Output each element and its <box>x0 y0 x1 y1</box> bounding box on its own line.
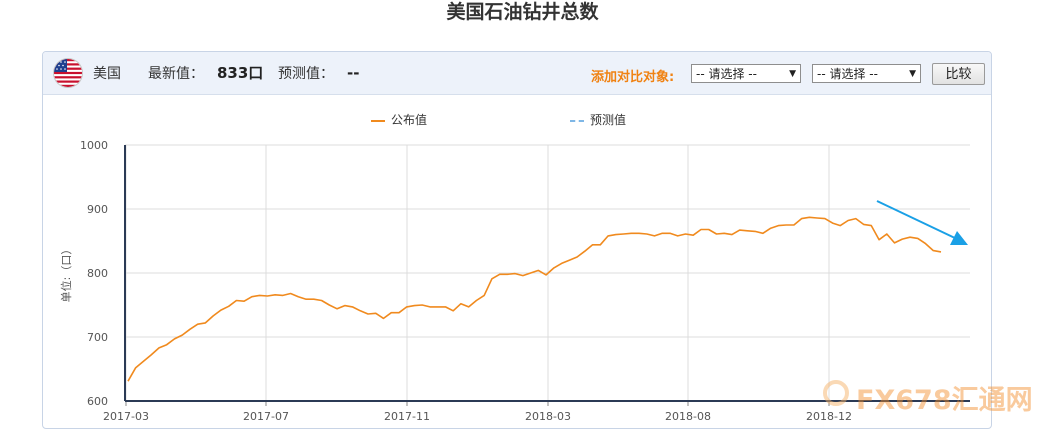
watermark-logo-icon <box>823 380 849 406</box>
y-axis-label: 单位:（口） <box>59 244 73 303</box>
y-tick-label: 600 <box>87 395 108 408</box>
x-tick-label: 2018-08 <box>665 410 711 423</box>
y-tick-label: 900 <box>87 203 108 216</box>
x-tick-label: 2017-03 <box>103 410 149 423</box>
x-tick-label: 2018-03 <box>525 410 571 423</box>
y-tick-label: 700 <box>87 331 108 344</box>
x-tick-label: 2018-12 <box>806 410 852 423</box>
watermark: FX678汇通网 <box>856 385 1033 416</box>
trend-arrow-line <box>876 200 958 240</box>
y-tick-label: 1000 <box>80 139 108 152</box>
x-tick-label: 2017-07 <box>243 410 289 423</box>
series-line-published[interactable] <box>127 216 942 382</box>
oil-rig-count-chart: 1000 900 800 700 600 2017-03 2017-07 2017-11 201… <box>59 139 970 423</box>
y-tick-label: 800 <box>87 267 108 280</box>
x-tick-label: 2017-11 <box>384 410 430 423</box>
